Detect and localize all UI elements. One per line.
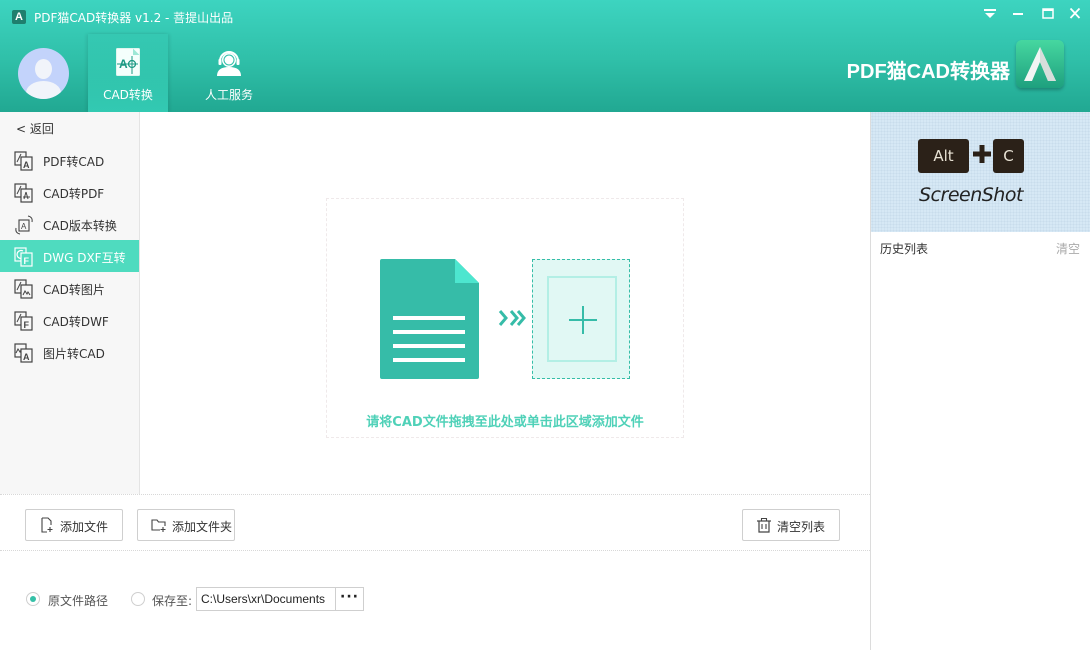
- maximize-icon: [1042, 8, 1054, 19]
- close-button[interactable]: [1062, 4, 1088, 24]
- svg-text:A: A: [21, 222, 27, 231]
- right-panel: Alt C ScreenShot 历史列表 清空: [870, 112, 1090, 650]
- sidebar-item-image-to-cad[interactable]: A 图片转CAD: [0, 336, 139, 368]
- radio-save-to[interactable]: [131, 592, 145, 606]
- tab-human-service[interactable]: 人工服务: [189, 34, 269, 112]
- sidebar-item-cad-to-image[interactable]: CAD转图片: [0, 272, 139, 304]
- user-avatar[interactable]: [18, 48, 69, 99]
- arrow-right-icon: [498, 310, 526, 326]
- cad-to-image-icon: [14, 279, 33, 299]
- sidebar-item-label: 图片转CAD: [43, 347, 105, 361]
- menu-dropdown-icon: [984, 9, 996, 18]
- back-link[interactable]: < 返回: [16, 120, 54, 137]
- tab-cad-convert[interactable]: A CAD转换: [88, 34, 168, 112]
- sidebar-item-dwg-dxf[interactable]: F DWG DXF互转: [0, 240, 139, 272]
- radio-original-path-label: 原文件路径: [48, 594, 109, 608]
- title-bar: A PDF猫CAD转换器 v1.2 - 菩提山出品: [0, 0, 1090, 34]
- sidebar-item-cad-version[interactable]: A CAD版本转换: [0, 208, 139, 240]
- sidebar: < 返回 A PDF转CAD CAD转PDF A CAD版本转换 F DWG D…: [0, 112, 140, 494]
- menu-dropdown-button[interactable]: [977, 4, 1003, 24]
- tab-human-service-label: 人工服务: [204, 88, 253, 102]
- header: A PDF猫CAD转换器 v1.2 - 菩提山出品 A CAD转换 人工服务 P…: [0, 0, 1090, 112]
- svg-text:A: A: [23, 160, 30, 170]
- sidebar-item-label: CAD转DWF: [43, 315, 109, 329]
- brand-name: PDF猫CAD转换器: [846, 61, 1010, 83]
- sidebar-item-pdf-to-cad[interactable]: A PDF转CAD: [0, 144, 139, 176]
- add-file-icon: [41, 517, 53, 533]
- cad-document-icon: [380, 259, 479, 379]
- plus-icon: [973, 145, 991, 163]
- add-file-target-inner: [547, 276, 617, 362]
- add-file-label: 添加文件: [60, 520, 109, 534]
- avatar-body: [26, 81, 61, 99]
- maximize-button[interactable]: [1035, 4, 1061, 24]
- tab-cad-convert-label: CAD转换: [103, 88, 153, 102]
- close-icon: [1069, 8, 1081, 19]
- history-title: 历史列表: [880, 242, 929, 256]
- plus-icon: [569, 306, 597, 334]
- trash-icon: [757, 517, 771, 533]
- screenshot-banner[interactable]: Alt C ScreenShot: [871, 112, 1090, 232]
- add-folder-icon: [151, 519, 166, 532]
- cad-version-icon: A: [15, 215, 33, 235]
- add-file-button[interactable]: 添加文件: [25, 509, 123, 541]
- sidebar-item-label: CAD版本转换: [43, 219, 117, 233]
- pdf-to-cad-icon: A: [14, 151, 33, 171]
- drop-hint-text: 请将CAD文件拖拽至此处或单击此区域添加文件: [366, 415, 644, 430]
- add-folder-button[interactable]: 添加文件夹: [137, 509, 235, 541]
- sidebar-item-cad-to-pdf[interactable]: CAD转PDF: [0, 176, 139, 208]
- window-title: PDF猫CAD转换器 v1.2 - 菩提山出品: [34, 11, 234, 25]
- sidebar-item-label: DWG DXF互转: [43, 251, 126, 265]
- browse-button[interactable]: ···: [335, 587, 364, 611]
- minimize-icon: [1013, 13, 1023, 15]
- alt-key: Alt: [918, 139, 969, 173]
- sidebar-item-label: CAD转PDF: [43, 187, 105, 201]
- cad-file-icon: A: [116, 48, 140, 76]
- screenshot-caption: ScreenShot: [919, 184, 1023, 206]
- clear-list-label: 清空列表: [777, 520, 826, 534]
- add-folder-label: 添加文件夹: [172, 520, 233, 534]
- brand-logo: [1016, 40, 1064, 88]
- headset-support-icon: [217, 51, 241, 76]
- divider: [0, 550, 870, 551]
- sidebar-item-label: CAD转图片: [43, 283, 105, 297]
- main-area: 请将CAD文件拖拽至此处或单击此区域添加文件: [140, 112, 870, 494]
- dwg-dxf-icon: F: [14, 247, 33, 267]
- file-drop-zone[interactable]: 请将CAD文件拖拽至此处或单击此区域添加文件: [326, 198, 684, 438]
- add-file-target[interactable]: [532, 259, 630, 379]
- sidebar-item-label: PDF转CAD: [43, 155, 105, 169]
- minimize-button[interactable]: [1005, 4, 1031, 24]
- svg-text:F: F: [24, 320, 30, 330]
- avatar-head: [35, 59, 52, 79]
- radio-original-path[interactable]: [26, 592, 40, 606]
- app-window: A PDF猫CAD转换器 v1.2 - 菩提山出品 A CAD转换 人工服务 P…: [0, 0, 1090, 650]
- radio-save-to-label: 保存至:: [152, 594, 193, 608]
- divider: [0, 494, 870, 495]
- cad-to-pdf-icon: [14, 183, 33, 203]
- sidebar-item-cad-to-dwf[interactable]: F CAD转DWF: [0, 304, 139, 336]
- c-key: C: [993, 139, 1024, 173]
- app-logo-icon: A: [12, 10, 26, 24]
- clear-list-button[interactable]: 清空列表: [742, 509, 840, 541]
- brand-logo-a-icon: [1024, 47, 1056, 81]
- history-clear-link[interactable]: 清空: [1056, 240, 1080, 257]
- svg-text:A: A: [23, 352, 30, 362]
- svg-text:F: F: [24, 256, 30, 266]
- image-to-cad-icon: A: [14, 343, 33, 363]
- save-path-input[interactable]: C:\Users\xr\Documents: [196, 587, 336, 611]
- cad-to-dwf-icon: F: [14, 311, 33, 331]
